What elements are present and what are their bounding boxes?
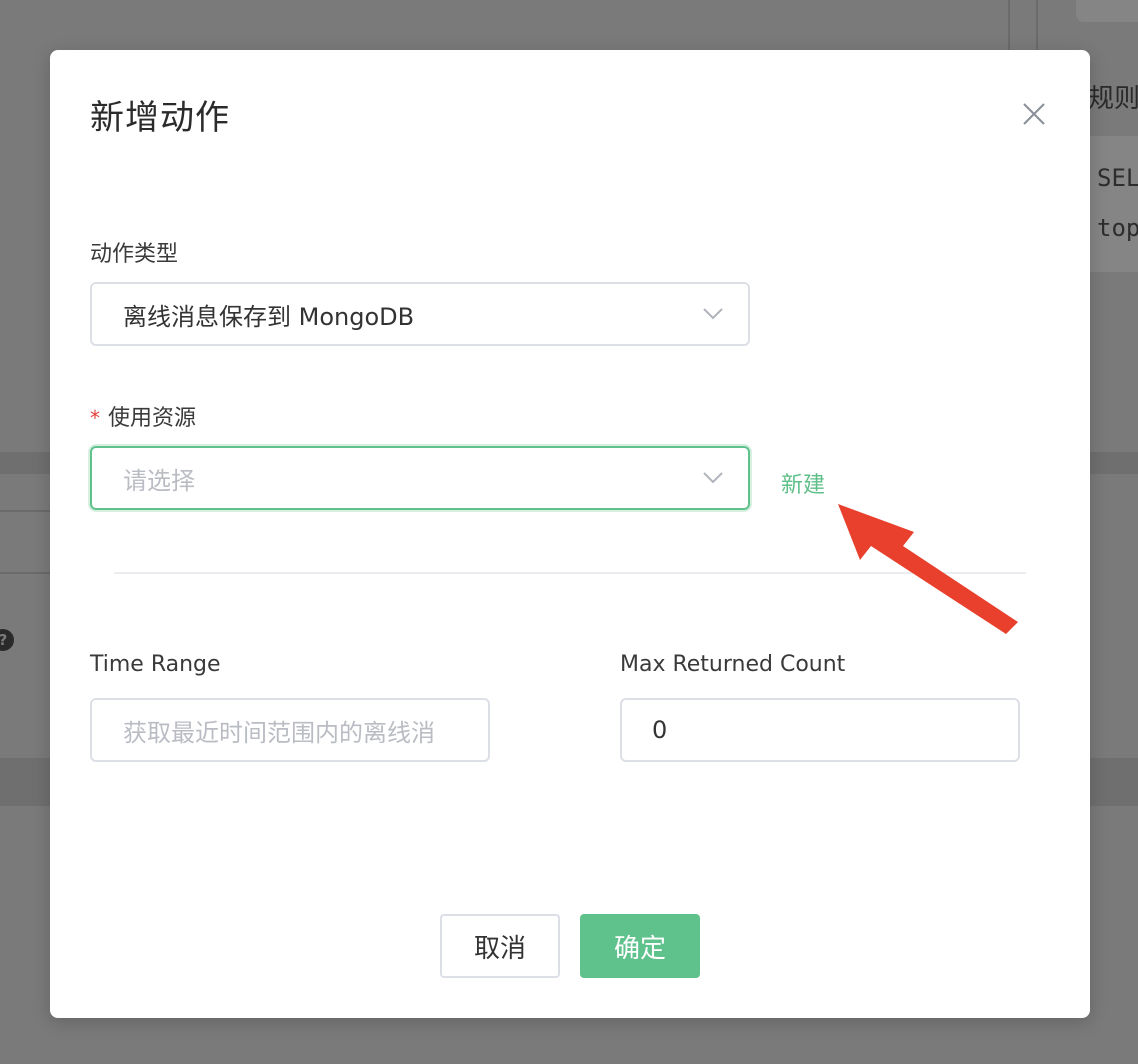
background-heading-fragment: 规则 (1088, 84, 1138, 114)
chevron-down-icon (703, 472, 723, 484)
time-range-input[interactable]: 获取最近时间范围内的离线消 (90, 698, 490, 762)
background-code-line: top (1097, 214, 1138, 242)
resource-select[interactable]: 请选择 (90, 446, 750, 510)
close-button[interactable] (1020, 100, 1048, 128)
add-action-dialog: 新增动作 动作类型 离线消息保存到 MongoDB * 使用资源 请选择 新建 T… (50, 50, 1090, 1018)
background-code-box (1085, 136, 1138, 272)
resource-label: * 使用资源 (90, 400, 196, 432)
resource-placeholder: 请选择 (123, 466, 195, 495)
close-icon (1023, 103, 1045, 125)
confirm-button[interactable]: 确定 (580, 914, 700, 978)
max-returned-count-label: Max Returned Count (620, 652, 846, 677)
chevron-down-icon (703, 308, 723, 320)
background-divider (1008, 0, 1010, 50)
new-resource-link[interactable]: 新建 (781, 467, 825, 499)
background-panel (1076, 0, 1138, 22)
background-divider (1036, 0, 1038, 50)
background-divider (0, 510, 50, 512)
help-icon: ? (0, 629, 14, 651)
cancel-button[interactable]: 取消 (440, 914, 560, 978)
form-divider (114, 572, 1026, 574)
time-range-placeholder: 获取最近时间范围内的离线消 (123, 718, 435, 747)
max-returned-count-input[interactable]: 0 (620, 698, 1020, 762)
dialog-title: 新增动作 (90, 98, 230, 138)
action-type-label: 动作类型 (90, 242, 179, 267)
time-range-label: Time Range (90, 652, 221, 677)
background-code-line: SEL (1097, 164, 1138, 192)
background-divider (0, 572, 50, 574)
resource-label-text: 使用资源 (108, 406, 197, 431)
action-type-value: 离线消息保存到 MongoDB (123, 302, 415, 331)
required-mark: * (90, 406, 100, 430)
max-returned-count-value: 0 (652, 716, 668, 744)
action-type-select[interactable]: 离线消息保存到 MongoDB (90, 282, 750, 346)
